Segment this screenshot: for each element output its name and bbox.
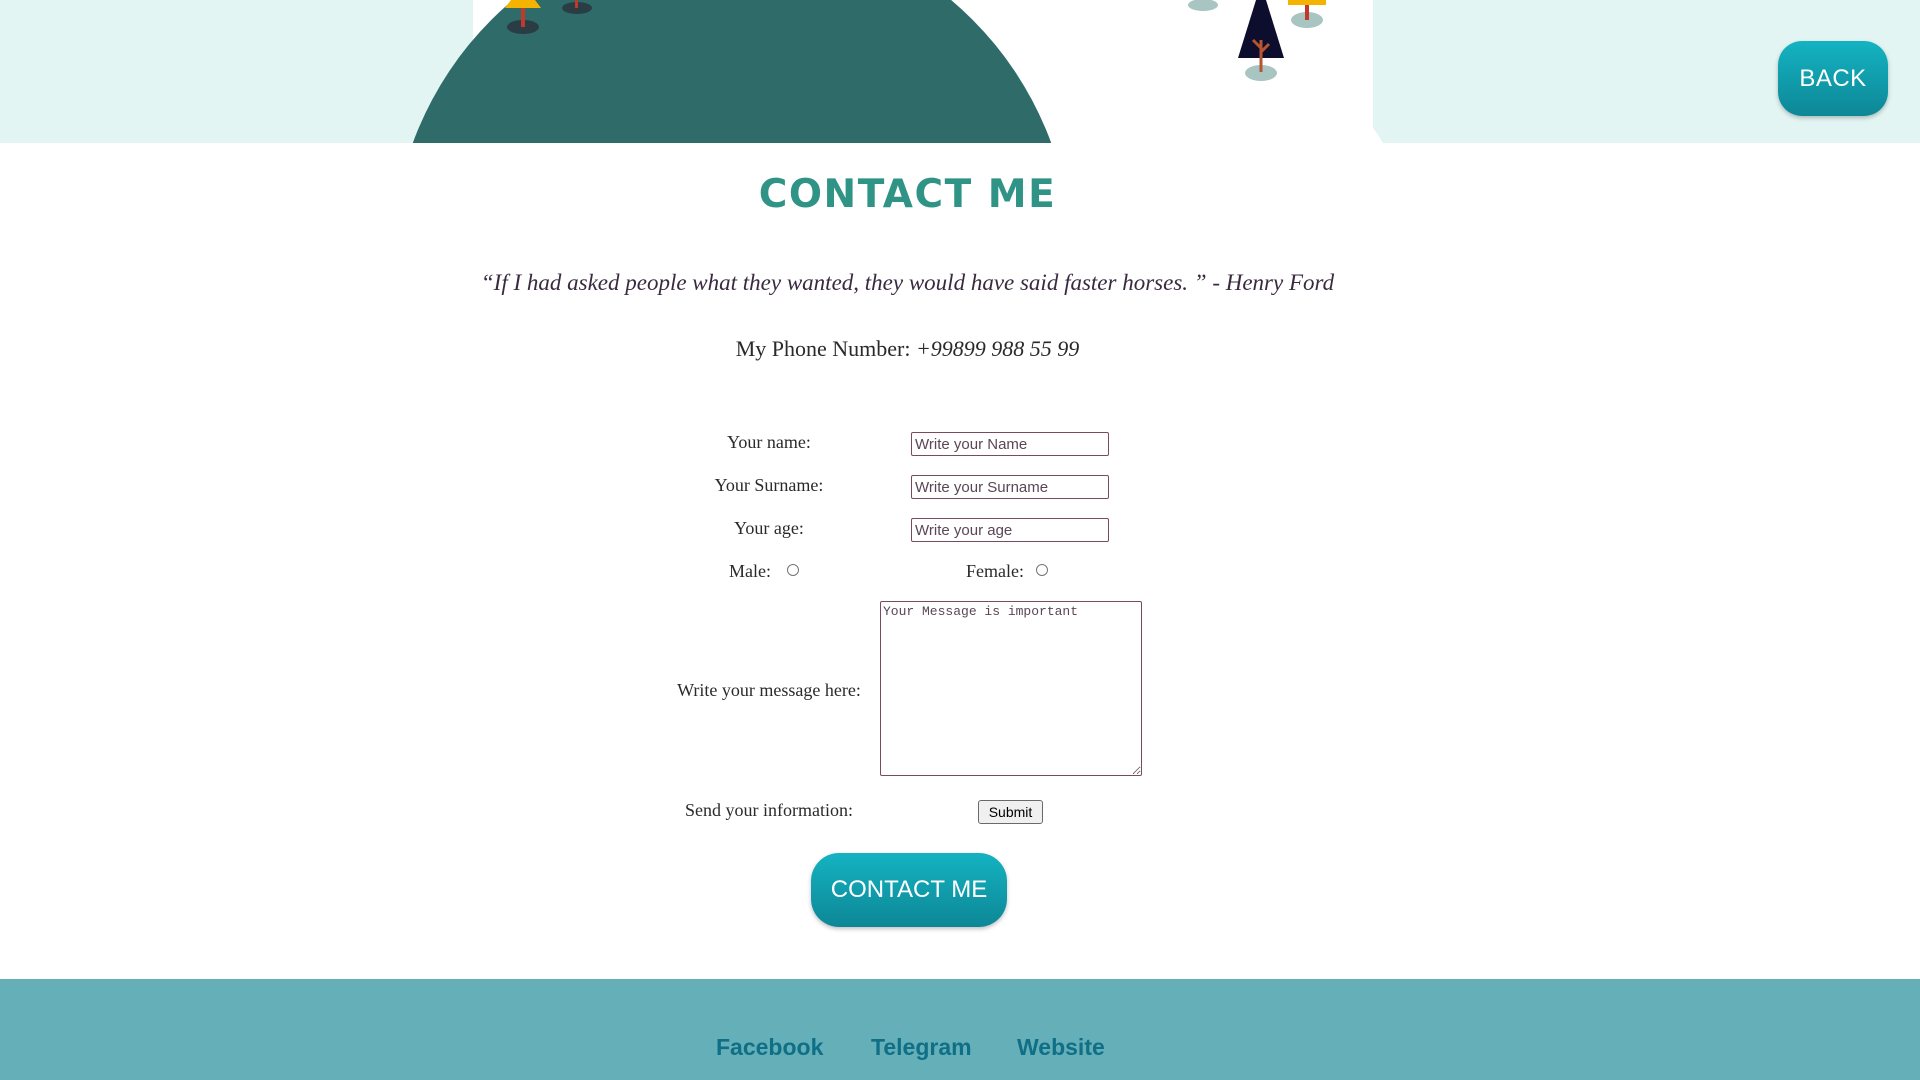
- footer-link-telegram[interactable]: Telegram: [871, 1034, 972, 1061]
- message-label: Write your message here:: [677, 680, 861, 700]
- hero-illustration: [412, 0, 1383, 143]
- phone-number: +99899 988 55 99: [915, 336, 1080, 361]
- send-label: Send your information:: [685, 800, 853, 820]
- phone-line: My Phone Number: +99899 988 55 99: [0, 336, 1815, 362]
- message-textarea[interactable]: [880, 601, 1142, 776]
- submit-button[interactable]: Submit: [978, 800, 1043, 824]
- age-label: Your age:: [734, 518, 804, 538]
- footer-link-website[interactable]: Website: [1017, 1034, 1105, 1061]
- female-label: Female:: [966, 561, 1024, 581]
- green-hill: [412, 0, 1052, 143]
- footer-link-facebook[interactable]: Facebook: [716, 1034, 823, 1061]
- male-radio[interactable]: [787, 564, 799, 576]
- male-label: Male:: [729, 561, 771, 581]
- tree-crown: [1288, 0, 1326, 5]
- hero-banner: BACK: [0, 0, 1920, 143]
- surname-label: Your Surname:: [714, 475, 824, 495]
- surname-input[interactable]: [911, 475, 1109, 499]
- back-button[interactable]: BACK: [1778, 41, 1888, 116]
- phone-label: My Phone Number:: [735, 336, 911, 361]
- tree-crown: [505, 0, 541, 8]
- female-radio[interactable]: [1036, 564, 1048, 576]
- quote-text: “If I had asked people what they wanted,…: [480, 270, 1335, 295]
- name-label: Your name:: [727, 432, 811, 452]
- name-input[interactable]: [911, 432, 1109, 456]
- footer: Facebook Telegram Website: [0, 979, 1920, 1080]
- tree-trunk: [575, 0, 578, 8]
- page-title: CONTACT ME: [758, 172, 1057, 217]
- contact-me-button[interactable]: CONTACT ME: [811, 853, 1007, 927]
- age-input[interactable]: [911, 518, 1109, 542]
